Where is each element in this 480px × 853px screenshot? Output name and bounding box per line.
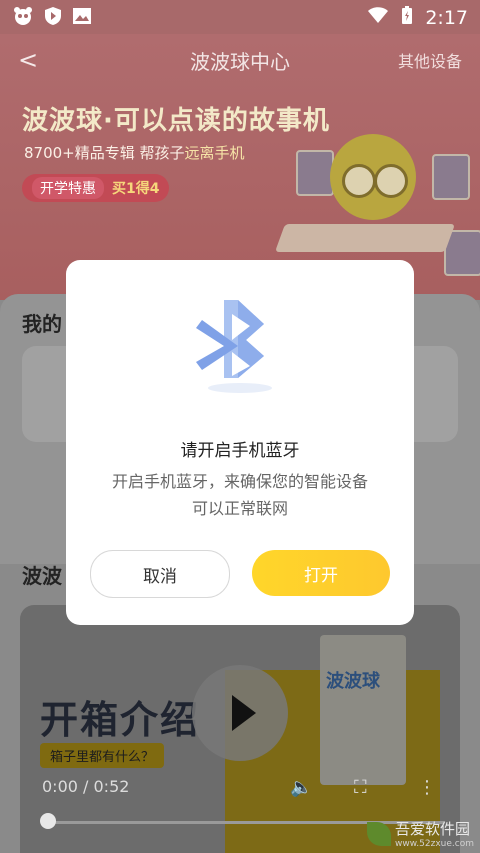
status-bar: 2:17 xyxy=(0,0,480,34)
banner-subtitle: 8700+精品专辑 帮孩子远离手机 xyxy=(24,142,245,163)
cancel-button[interactable]: 取消 xyxy=(90,550,230,598)
banner-title: 波波球·可以点读的故事机 xyxy=(22,106,330,136)
promo-badge[interactable]: 开学特惠 买1得4 xyxy=(22,174,170,202)
volume-icon[interactable]: 🔈 xyxy=(290,777,312,798)
banner-subtitle-text: 8700+精品专辑 帮孩子 xyxy=(24,144,185,162)
video-question: 箱子里都有什么？ xyxy=(40,743,165,768)
bluetooth-dialog: 请开启手机蓝牙 开启手机蓝牙，来确保您的智能设备 可以正常联网 取消 打开 xyxy=(66,260,414,625)
bobo-ball-robot xyxy=(330,134,416,220)
dialog-message-line: 可以正常联网 xyxy=(191,499,288,518)
bluetooth-icon xyxy=(194,296,286,396)
status-time: 2:17 xyxy=(425,6,468,29)
product-label: 波波球 xyxy=(326,671,380,692)
album-cover xyxy=(432,154,470,200)
dialog-message: 开启手机蓝牙，来确保您的智能设备 可以正常联网 xyxy=(86,468,394,522)
video-player[interactable]: 波波球 开箱介绍 箱子里都有什么？ 0:00 / 0:52 🔈 ⛶ ⋮ xyxy=(20,605,460,853)
video-progress-knob[interactable] xyxy=(40,813,56,829)
robot-eye xyxy=(374,164,408,198)
panda-app-icon xyxy=(12,6,34,30)
image-icon xyxy=(72,7,92,29)
watermark-url: www.52zxue.com xyxy=(395,839,474,849)
status-right: 2:17 xyxy=(367,5,468,30)
navbar: < 波波球中心 其他设备 xyxy=(0,34,480,86)
section-label-my: 我的 xyxy=(22,312,62,336)
more-options-icon[interactable]: ⋮ xyxy=(418,777,436,798)
promo-text: 买1得4 xyxy=(112,181,160,197)
status-left xyxy=(12,6,92,30)
open-bluetooth-button[interactable]: 打开 xyxy=(252,550,390,596)
dialog-title: 请开启手机蓝牙 xyxy=(180,441,300,461)
wifi-icon xyxy=(367,6,389,29)
play-button[interactable] xyxy=(192,665,288,761)
fullscreen-icon[interactable]: ⛶ xyxy=(354,777,367,798)
other-devices-link[interactable]: 其他设备 xyxy=(398,48,462,72)
section-label-bobo: 波波 xyxy=(22,564,62,588)
watermark-text: 吾爱软件园 xyxy=(395,820,471,838)
promo-tag: 开学特惠 xyxy=(32,177,104,199)
battery-charging-icon xyxy=(401,5,413,30)
product-package xyxy=(320,635,406,785)
book-illustration xyxy=(274,224,456,252)
shield-play-icon xyxy=(44,6,62,30)
video-time: 0:00 / 0:52 xyxy=(42,777,130,796)
dialog-message-line: 开启手机蓝牙，来确保您的智能设备 xyxy=(111,472,368,491)
video-headline: 开箱介绍 xyxy=(40,698,201,742)
watermark-text-block: 吾爱软件园 www.52zxue.com xyxy=(395,818,474,849)
leaf-logo-icon xyxy=(367,821,392,846)
album-cover xyxy=(296,150,334,196)
banner-subtitle-highlight: 远离手机 xyxy=(184,144,245,162)
watermark: 吾爱软件园 www.52zxue.com xyxy=(367,818,474,849)
robot-eye xyxy=(342,164,376,198)
